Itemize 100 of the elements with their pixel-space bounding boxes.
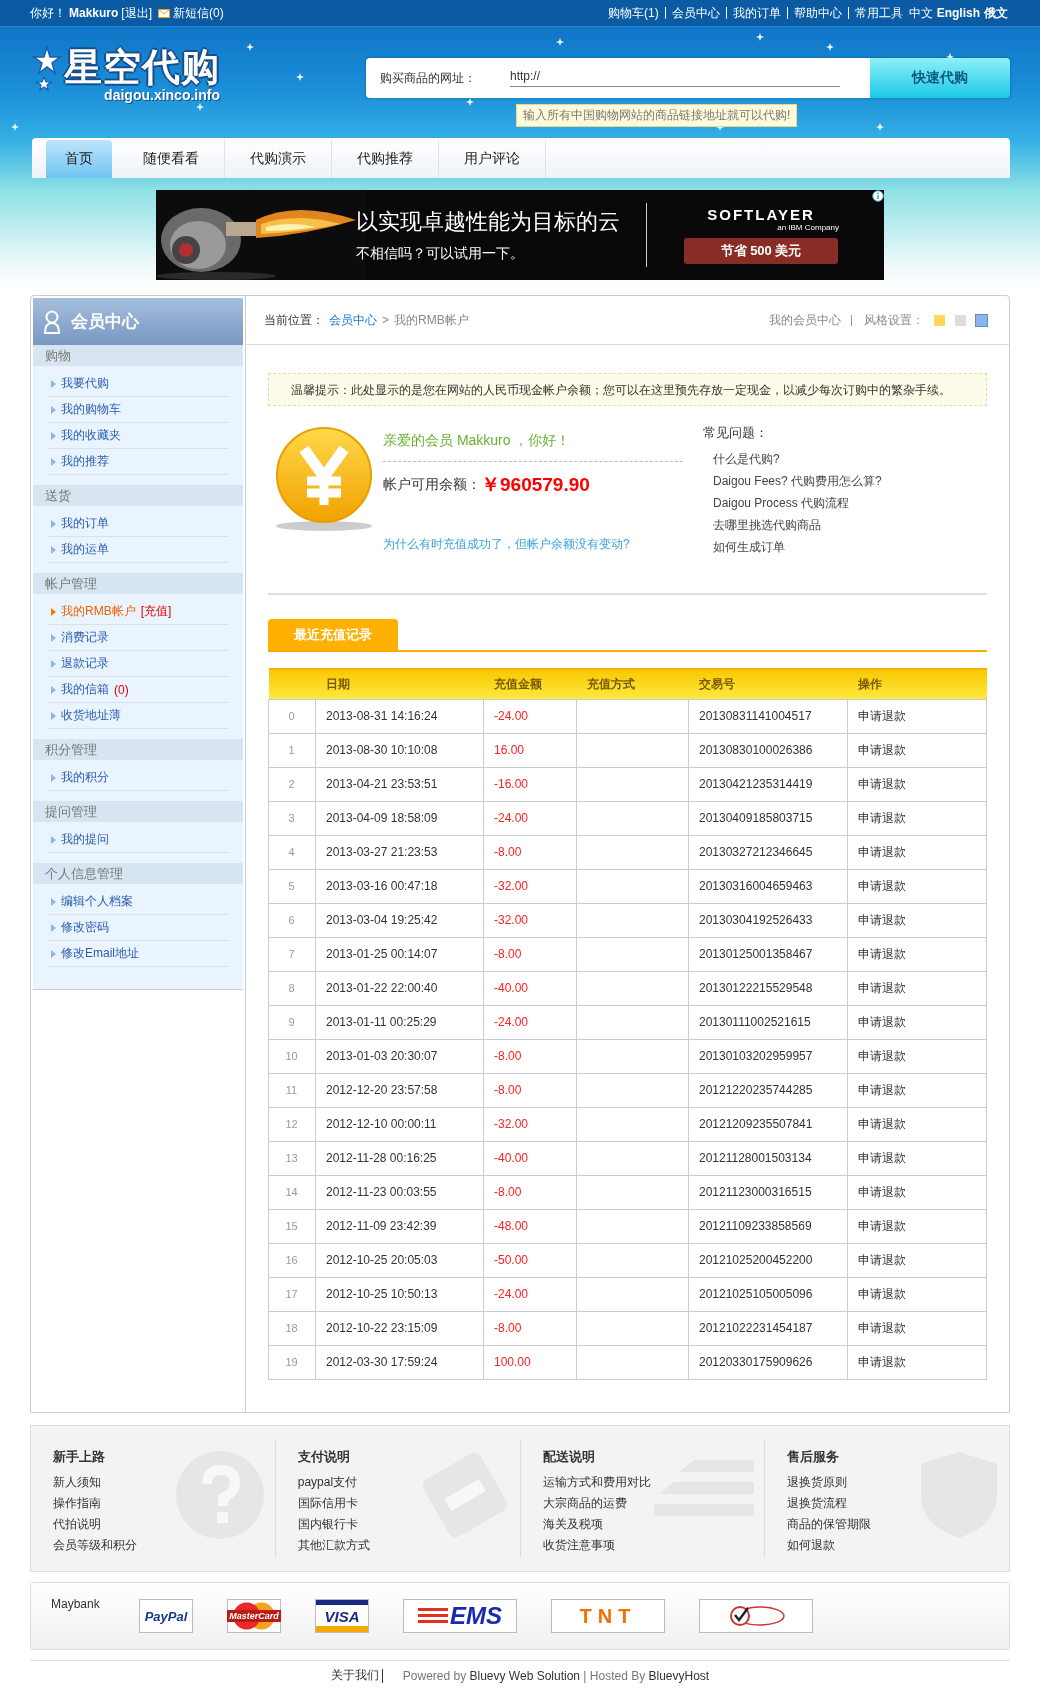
breadcrumb-link[interactable]: 会员中心: [329, 311, 377, 329]
sidebar-item[interactable]: 我的信箱 (0): [47, 681, 129, 698]
footer-link[interactable]: 退换货流程: [787, 1493, 1009, 1514]
sidebar-item[interactable]: 我的积分: [47, 769, 109, 786]
refund-link[interactable]: 申请退款: [858, 912, 906, 927]
footer-link[interactable]: 国内银行卡: [297, 1514, 520, 1535]
triangle-icon: [51, 379, 56, 388]
refund-link[interactable]: 申请退款: [858, 1014, 906, 1029]
footer-link[interactable]: 海关及税项: [542, 1514, 765, 1535]
style-swatch[interactable]: [976, 314, 987, 326]
nav-tab[interactable]: 首页: [46, 140, 112, 178]
top-link[interactable]: 购物车(1): [602, 7, 665, 19]
table-cell: -32.00: [483, 903, 577, 937]
refund-link[interactable]: 申请退款: [858, 946, 906, 961]
refund-link[interactable]: 申请退款: [858, 1354, 906, 1369]
footer-link[interactable]: 如何退款: [787, 1535, 1009, 1556]
footer-link[interactable]: 商品的保管期限: [787, 1514, 1009, 1535]
refund-link[interactable]: 申请退款: [858, 1116, 906, 1131]
ad-button[interactable]: 节省 500 美元: [684, 238, 838, 264]
table-cell: 2013-01-11 00:25:29: [315, 1005, 484, 1039]
footer-link[interactable]: 会员等级和积分: [53, 1535, 275, 1556]
refund-link[interactable]: 申请退款: [858, 708, 906, 723]
table-cell: 2012-03-30 17:59:24: [315, 1345, 484, 1379]
footer-link[interactable]: 代拍说明: [53, 1514, 275, 1535]
refund-link[interactable]: 申请退款: [858, 1082, 906, 1097]
language-link[interactable]: English: [934, 6, 982, 20]
member-center-link[interactable]: 我的会员中心: [769, 314, 852, 326]
column-header: 充值金额: [493, 676, 542, 691]
table-cell: 20130122215529548: [688, 971, 848, 1005]
refund-link[interactable]: 申请退款: [858, 1252, 906, 1267]
footer-link[interactable]: 其他汇款方式: [297, 1535, 520, 1556]
top-link[interactable]: 会员中心: [664, 7, 726, 19]
footer-link[interactable]: 收货注意事项: [542, 1535, 765, 1556]
about-link[interactable]: 关于我们: [330, 1669, 383, 1683]
sidebar-item[interactable]: 我的订单: [47, 515, 109, 532]
sidebar-item[interactable]: 收货地址薄: [47, 707, 121, 724]
refund-link[interactable]: 申请退款: [858, 1184, 906, 1199]
url-field[interactable]: 购买商品的网址： http://: [366, 58, 870, 98]
sidebar-item[interactable]: 编辑个人档案: [47, 893, 133, 910]
sidebar-section-title: 个人信息管理: [33, 863, 243, 884]
refund-link[interactable]: 申请退款: [858, 1320, 906, 1335]
footer-link[interactable]: 退换货原则: [787, 1472, 1009, 1493]
faq-link[interactable]: 去哪里挑选代购商品: [713, 514, 882, 536]
payment-logo: PayPal: [139, 1599, 193, 1633]
refund-link[interactable]: 申请退款: [858, 810, 906, 825]
column-header: 充值方式: [586, 676, 635, 691]
nav-tab[interactable]: 用户评论: [439, 140, 546, 178]
footer-link[interactable]: paypal支付: [297, 1472, 520, 1493]
footer-link[interactable]: 运输方式和费用对比: [542, 1472, 765, 1493]
refund-link[interactable]: 申请退款: [858, 1048, 906, 1063]
style-swatch[interactable]: [934, 314, 945, 326]
top-link[interactable]: 帮助中心: [786, 7, 848, 19]
sidebar-item[interactable]: 我的提问: [47, 831, 109, 848]
refund-link[interactable]: 申请退款: [858, 1218, 906, 1233]
ad-banner[interactable]: 以实现卓越性能为目标的云 不相信吗？可以试用一下。 SOFTLAYER an IBM Company 节省 500 美元: [156, 190, 884, 280]
refund-link[interactable]: 申请退款: [858, 776, 906, 791]
triangle-icon: [51, 897, 56, 906]
sidebar-item[interactable]: 我的推荐: [47, 453, 109, 470]
refund-link[interactable]: 申请退款: [858, 878, 906, 893]
faq-link[interactable]: Daigou Process 代购流程: [713, 492, 882, 514]
style-swatch[interactable]: [955, 314, 966, 326]
triangle-icon: [51, 835, 56, 844]
sidebar-item[interactable]: 我的RMB帐户 [充值]: [47, 603, 172, 620]
language-link[interactable]: 俄文: [982, 4, 1010, 22]
top-link[interactable]: 我的订单: [725, 7, 787, 19]
footer-link[interactable]: 操作指南: [53, 1493, 275, 1514]
top-link[interactable]: 常用工具: [847, 7, 907, 19]
payment-logo: VISA: [315, 1599, 369, 1633]
footer-column-title: 售后服务: [787, 1448, 841, 1466]
language-link[interactable]: 中文: [906, 4, 935, 22]
refund-link[interactable]: 申请退款: [858, 1286, 906, 1301]
faq-link[interactable]: 如何生成订单: [713, 536, 882, 558]
faq-link[interactable]: Daigou Fees? 代购费用怎么算?: [713, 470, 882, 492]
info-icon[interactable]: [872, 190, 884, 202]
footer-link[interactable]: 大宗商品的运费: [542, 1493, 765, 1514]
quick-order-button[interactable]: 快速代购: [870, 58, 1010, 98]
table-cell: 2: [268, 767, 316, 801]
footer-link[interactable]: 国际信用卡: [297, 1493, 520, 1514]
refund-link[interactable]: 申请退款: [858, 1150, 906, 1165]
nav-tab[interactable]: 代购推荐: [332, 140, 439, 178]
sidebar-item[interactable]: 我的购物车: [47, 401, 121, 418]
refund-link[interactable]: 申请退款: [858, 742, 906, 757]
sidebar-item[interactable]: 我的收藏夹: [47, 427, 121, 444]
table-cell: 20130103202959957: [688, 1039, 848, 1073]
refund-link[interactable]: 申请退款: [858, 844, 906, 859]
sidebar-item[interactable]: 消费记录: [47, 629, 109, 646]
faq-link[interactable]: 什么是代购?: [713, 448, 882, 470]
messages-link[interactable]: 新短信(0): [173, 4, 224, 22]
logout-link[interactable]: [退出]: [121, 4, 153, 22]
table-cell: 10: [268, 1039, 316, 1073]
sidebar-item[interactable]: 退款记录: [47, 655, 109, 672]
sidebar-item[interactable]: 修改密码: [47, 919, 109, 936]
sidebar-item[interactable]: 我要代购: [47, 375, 109, 392]
refund-link[interactable]: 申请退款: [858, 980, 906, 995]
sidebar-item[interactable]: 修改Email地址: [47, 945, 139, 962]
table-cell: 2012-11-28 00:16:25: [315, 1141, 484, 1175]
footer-link[interactable]: 新人须知: [53, 1472, 275, 1493]
nav-tab[interactable]: 代购演示: [225, 140, 332, 178]
sidebar-item[interactable]: 我的运单: [47, 541, 109, 558]
nav-tab[interactable]: 随便看看: [118, 140, 225, 178]
